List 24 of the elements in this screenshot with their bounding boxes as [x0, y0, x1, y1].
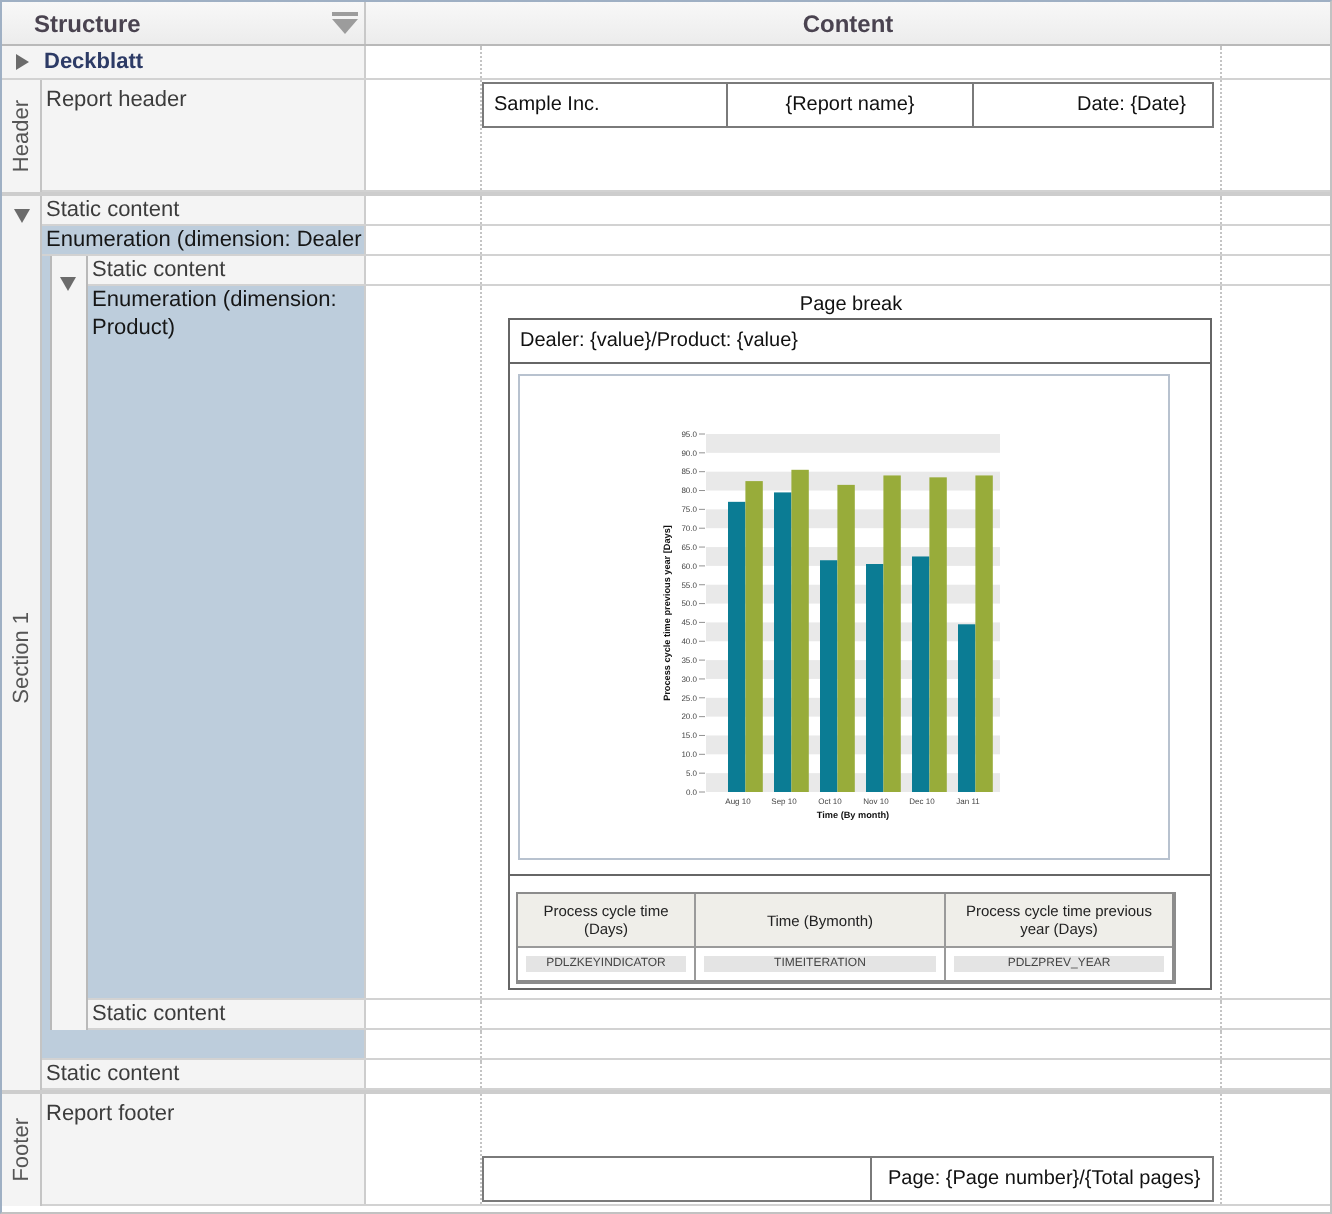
section-title: Header — [9, 99, 33, 173]
section-title: Footer — [9, 1118, 33, 1182]
tree-item[interactable]: Enumeration (dimension: Product) — [88, 286, 364, 998]
tree-item[interactable]: Static content — [42, 196, 364, 224]
caret-down-icon[interactable] — [13, 208, 29, 224]
tree-item[interactable]: Enumeration (dimension: Dealer — [42, 226, 364, 254]
caret-down-icon[interactable] — [60, 276, 76, 292]
tree-item[interactable]: Deckblatt — [2, 46, 364, 78]
table-cell-text: Page: {Page number}/{Total pages} — [886, 1166, 1203, 1194]
column-title[interactable]: Content — [802, 9, 894, 37]
page-break-label: Page break — [797, 292, 905, 318]
tree-item[interactable]: Static content — [88, 256, 364, 284]
caret-right-icon[interactable] — [14, 54, 30, 70]
tree-item[interactable]: Static content — [42, 1060, 364, 1088]
tree-item[interactable]: Report header — [42, 80, 364, 190]
dropdown-caret-icon[interactable] — [332, 12, 358, 34]
tree-item[interactable]: Static content — [88, 1000, 364, 1028]
table-cell-text: Date: {Date} — [1075, 92, 1188, 120]
section-title: Section 1 — [9, 611, 33, 703]
tree-item[interactable]: Report footer — [42, 1094, 364, 1204]
table-cell: Sample Inc. — [484, 84, 728, 126]
enumeration-title: Dealer: {value}/Product: {value} — [510, 320, 1210, 364]
column-title[interactable]: Structure — [34, 9, 332, 37]
table-cell: {Report name} — [728, 84, 974, 126]
